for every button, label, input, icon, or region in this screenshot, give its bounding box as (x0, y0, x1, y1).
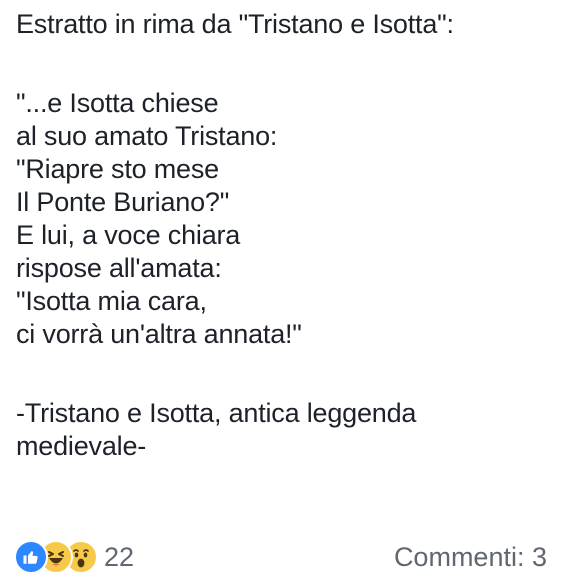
verse-line: "Isotta mia cara, (16, 286, 207, 316)
post-card: Estratto in rima da "Tristano e Isotta":… (0, 0, 561, 587)
signature-line: medievale- (16, 431, 147, 461)
verse-line: "Riapre sto mese (16, 154, 219, 184)
verse-line: Il Ponte Buriano?" (16, 187, 230, 217)
post-title: Estratto in rima da "Tristano e Isotta": (16, 9, 454, 39)
verse-line: al suo amato Tristano: (16, 121, 278, 151)
verse-line: rispose all'amata: (16, 253, 222, 283)
verse-line: ci vorrà un'altra annata!" (16, 319, 302, 349)
reactions-summary[interactable]: 22 (14, 540, 134, 574)
reaction-count: 22 (104, 542, 135, 572)
post-footer: 22 Commenti: 3 (0, 537, 561, 577)
post-text: Estratto in rima da "Tristano e Isotta":… (16, 8, 551, 463)
like-icon (14, 540, 48, 574)
verse-line: "...e Isotta chiese (16, 88, 219, 118)
stanza-gap (16, 351, 551, 397)
signature-line: -Tristano e Isotta, antica leggenda (16, 398, 417, 428)
comments-link[interactable]: Commenti: 3 (394, 540, 547, 574)
verse-line: E lui, a voce chiara (16, 220, 241, 250)
